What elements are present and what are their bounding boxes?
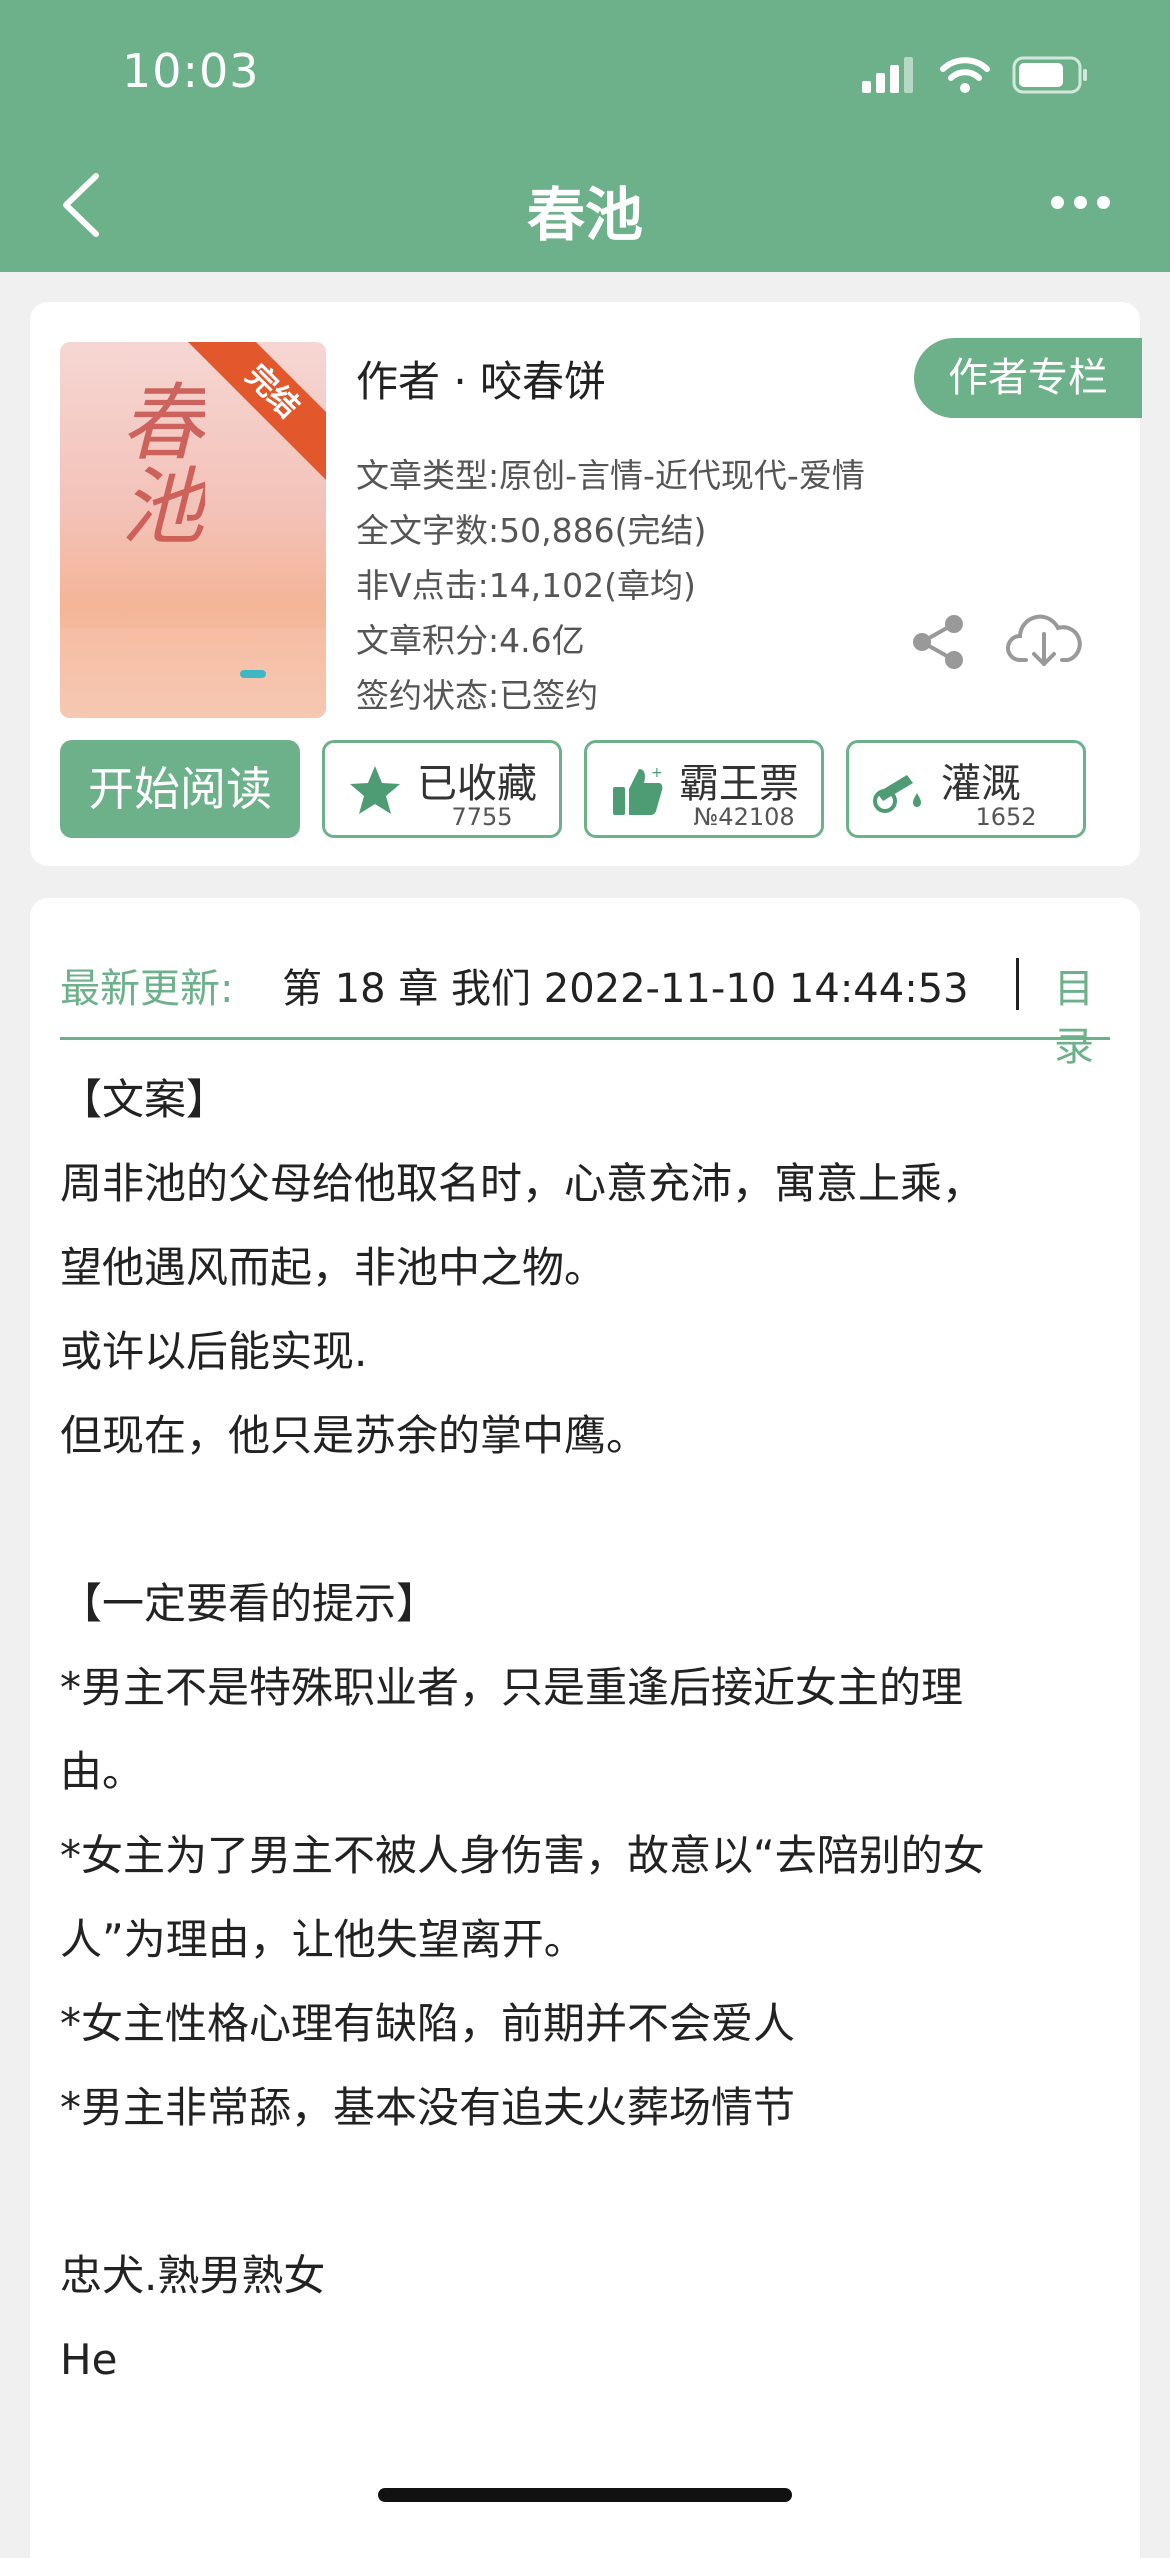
meta-type: 文章类型:原创-言情-近代现代-爱情: [356, 456, 865, 495]
synopsis-line: 忠犬.熟男熟女: [60, 2251, 326, 2300]
signal-icon: [862, 57, 913, 93]
vote-count: №42108: [693, 803, 795, 831]
synopsis-line: 周非池的父母给他取名时，心意充沛，寓意上乘，: [60, 1159, 985, 1208]
synopsis-line: *男主不是特殊职业者，只是重逢后接近女主的理: [60, 1663, 964, 1712]
cover-sea: [60, 628, 326, 718]
latest-update-label: 最新更新:: [60, 966, 234, 1012]
home-indicator[interactable]: [378, 2488, 792, 2502]
status-time: 10:03: [122, 44, 260, 98]
synopsis-line: 或许以后能实现.: [60, 1327, 368, 1376]
water-label: 灌溉: [941, 761, 1021, 807]
download-cloud-icon[interactable]: [1006, 608, 1082, 672]
latest-update-row[interactable]: 最新更新: 第 18 章 我们 2022-11-10 14:44:53 目录: [60, 930, 1110, 1070]
action-buttons: 开始阅读 已收藏 7755 + 霸王票 №42108 灌溉 1652: [60, 740, 1110, 838]
meta-clicks: 非V点击:14,102(章均): [356, 566, 696, 605]
wifi-icon: [940, 57, 990, 93]
book-meta: 文章类型:原创-言情-近代现代-爱情 全文字数:50,886(完结) 非V点击:…: [356, 448, 865, 723]
start-reading-button[interactable]: 开始阅读: [60, 740, 300, 838]
meta-score: 文章积分:4.6亿: [356, 621, 585, 660]
watering-can-icon: [873, 775, 921, 813]
water-count: 1652: [975, 803, 1037, 831]
cover-boat: [240, 670, 266, 678]
author-line[interactable]: 作者 · 咬春饼: [356, 348, 606, 409]
latest-update-text[interactable]: 第 18 章 我们 2022-11-10 14:44:53: [282, 956, 969, 1014]
status-icons: [862, 56, 1090, 94]
vote-label: 霸王票: [679, 761, 799, 807]
synopsis-line: *女主为了男主不被人身伤害，故意以“去陪别的女: [60, 1831, 985, 1880]
collect-label: 已收藏: [417, 761, 537, 807]
thumbs-up-icon: +: [613, 765, 663, 815]
synopsis-line: *男主非常舔，基本没有追夫火葬场情节: [60, 2083, 796, 2132]
book-cover[interactable]: 春池 完结: [60, 342, 326, 718]
battery-icon: [1012, 56, 1087, 94]
table-of-contents-link[interactable]: 目录: [1054, 956, 1110, 1072]
synopsis-line: [60, 2150, 1110, 2234]
svg-text:+: +: [651, 765, 663, 781]
app-header: 10:03 春池: [0, 0, 1170, 272]
divider: [1016, 958, 1019, 1010]
synopsis-line: *女主性格心理有缺陷，前期并不会爱人: [60, 1999, 796, 2048]
page-title: 春池: [526, 181, 643, 249]
star-icon: [350, 766, 400, 814]
synopsis: 【文案】 周非池的父母给他取名时，心意充沛，寓意上乘， 望他遇风而起，非池中之物…: [60, 1058, 1110, 2402]
share-icon[interactable]: [910, 614, 966, 670]
synopsis-line: 【文案】: [60, 1075, 229, 1124]
collect-button[interactable]: 已收藏 7755: [322, 740, 562, 838]
meta-word-count: 全文字数:50,886(完结): [356, 511, 707, 550]
synopsis-line: [60, 1478, 1110, 1562]
synopsis-line: 【一定要看的提示】: [60, 1579, 439, 1628]
collect-count: 7755: [451, 803, 513, 831]
synopsis-line: He: [60, 2335, 118, 2384]
cover-title: 春池: [107, 378, 205, 546]
synopsis-line: 人”为理由，让他失望离开。: [60, 1915, 586, 1964]
content-card: 最新更新: 第 18 章 我们 2022-11-10 14:44:53 目录 【…: [30, 898, 1140, 2558]
meta-sign-status: 签约状态:已签约: [356, 676, 599, 715]
author-column-button[interactable]: 作者专栏: [914, 338, 1142, 418]
book-info-card: 春池 完结 作者 · 咬春饼 作者专栏 文章类型:原创-言情-近代现代-爱情 全…: [30, 302, 1142, 866]
synopsis-line: 由。: [60, 1747, 145, 1796]
vote-button[interactable]: + 霸王票 №42108: [584, 740, 824, 838]
synopsis-line: 望他遇风而起，非池中之物。: [60, 1243, 607, 1292]
more-icon[interactable]: [1051, 196, 1110, 209]
synopsis-line: 但现在，他只是苏余的掌中鹰。: [60, 1411, 649, 1460]
water-button[interactable]: 灌溉 1652: [846, 740, 1086, 838]
